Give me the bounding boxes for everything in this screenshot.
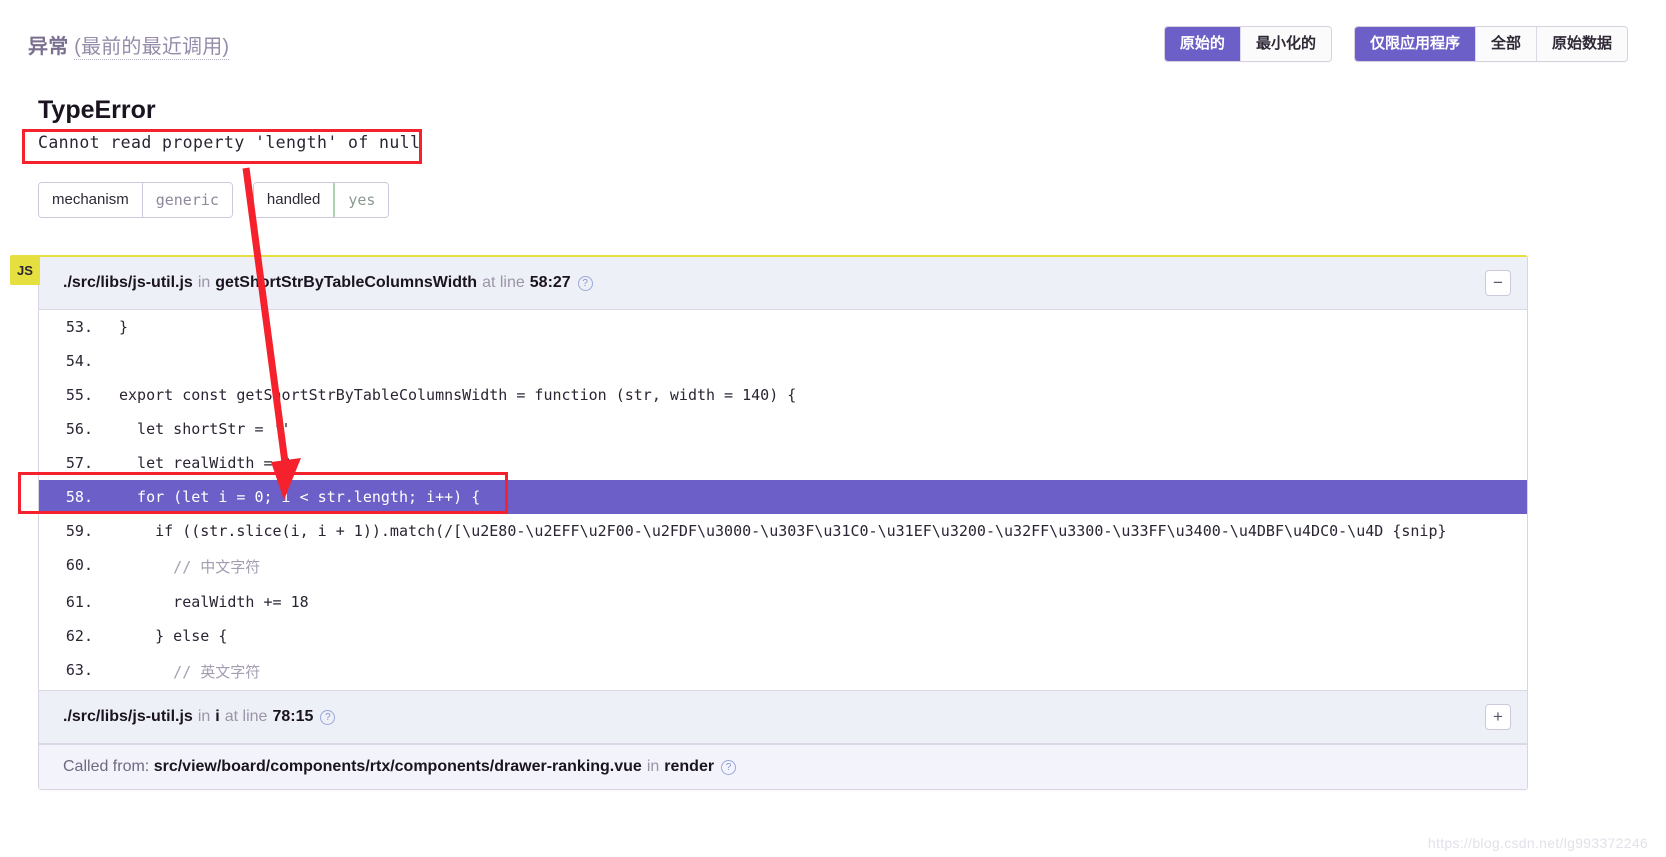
called-from-in-label: in xyxy=(646,758,660,775)
stack-frame-file-2: ./src/libs/js-util.js xyxy=(63,708,193,725)
scope-toggle-raw[interactable]: 原始数据 xyxy=(1536,26,1627,62)
format-toggle-original[interactable]: 原始的 xyxy=(1164,26,1241,62)
code-context-1: 53.} 54. 55. export const getShortStrByTa… xyxy=(39,310,1527,690)
tag-mechanism-value: generic xyxy=(142,183,232,217)
code-line: 62. } else { xyxy=(39,619,1527,653)
scope-toggle-group: 仅限应用程序 全部 原始数据 xyxy=(1353,25,1628,63)
code-line: 56. let shortStr = '' xyxy=(39,412,1527,446)
scope-toggle-all[interactable]: 全部 xyxy=(1475,26,1537,62)
tag-mechanism[interactable]: mechanism generic xyxy=(38,182,233,218)
called-from-path[interactable]: src/view/board/components/rtx/components… xyxy=(154,758,642,775)
page-title: 异常 (最前的最近调用) xyxy=(28,30,230,60)
stack-frame-line-2: 78:15 xyxy=(272,708,314,725)
stack-trace-panel: ./src/libs/js-util.js in getShortStrByTabl… xyxy=(38,255,1528,790)
code-line: 57. let realWidth = 0 xyxy=(39,446,1527,480)
format-toggle-minified[interactable]: 最小化的 xyxy=(1240,26,1331,62)
expand-frame-button-2[interactable]: + xyxy=(1485,704,1511,730)
code-line-source: // 英文字符 xyxy=(119,663,261,681)
called-from-function: render xyxy=(664,758,715,775)
stack-frame-function-2: i xyxy=(215,708,220,725)
stack-frame-at-label-2: at line xyxy=(224,708,268,725)
code-line-source: export const getShortStrByTableColumnsWi… xyxy=(119,386,797,404)
code-line-source: } else { xyxy=(119,627,228,645)
code-line-number: 56. xyxy=(65,420,93,438)
code-line-number: 60. xyxy=(65,556,93,574)
called-from-row: Called from: src/view/board/components/r… xyxy=(39,744,1527,789)
code-line: 61. realWidth += 18 xyxy=(39,585,1527,619)
code-line-source: realWidth += 18 xyxy=(119,593,309,611)
tag-handled-key: handled xyxy=(253,183,335,217)
error-message: Cannot read property 'length' of null xyxy=(38,133,421,152)
code-line-number: 54. xyxy=(65,352,93,370)
stack-frame-header-2[interactable]: ./src/libs/js-util.js in i at line 78:15? + xyxy=(39,690,1527,744)
tag-mechanism-key: mechanism xyxy=(39,183,143,217)
code-line-source: } xyxy=(119,318,129,336)
code-line: 63. // 英文字符 xyxy=(39,653,1527,690)
page-title-subtitle: (最前的最近调用) xyxy=(74,35,230,60)
stack-frame-title-2: ./src/libs/js-util.js in i at line 78:15? xyxy=(63,708,336,726)
code-line: 54. xyxy=(39,344,1527,378)
collapse-frame-button-1[interactable]: − xyxy=(1485,270,1511,296)
stack-frame-title-1: ./src/libs/js-util.js in getShortStrByTabl… xyxy=(63,274,593,292)
code-line-source: if ((str.slice(i, i + 1)).match(/[\u2E80… xyxy=(119,522,1447,540)
error-tag-list: mechanism generic handled yes xyxy=(38,182,390,218)
stack-frame-header-1[interactable]: ./src/libs/js-util.js in getShortStrByTabl… xyxy=(39,257,1527,310)
code-line-number: 59. xyxy=(65,522,93,540)
code-line-number: 63. xyxy=(65,661,93,679)
question-mark-icon[interactable]: ? xyxy=(721,760,737,775)
code-line-highlighted: 58. for (let i = 0; i < str.length; i++)… xyxy=(39,480,1527,514)
code-line-number: 53. xyxy=(65,318,93,336)
stack-frame-in-label-2: in xyxy=(197,708,211,725)
stack-frame-file-1: ./src/libs/js-util.js xyxy=(63,274,193,291)
error-type: TypeError xyxy=(38,96,156,124)
code-line: 55. export const getShortStrByTableColumn… xyxy=(39,378,1527,412)
stack-frame-in-label-1: in xyxy=(197,274,211,291)
code-line-source: let shortStr = '' xyxy=(119,420,291,438)
tag-handled[interactable]: handled yes xyxy=(252,182,390,218)
header-toggle-groups: 原始的 最小化的 仅限应用程序 全部 原始数据 xyxy=(1163,25,1628,63)
code-line-source: let realWidth = 0 xyxy=(119,454,291,472)
code-line-source: for (let i = 0; i < str.length; i++) { xyxy=(119,488,481,506)
format-toggle-group: 原始的 最小化的 xyxy=(1163,25,1332,63)
scope-toggle-app-only[interactable]: 仅限应用程序 xyxy=(1354,26,1476,62)
stack-frame-function-1: getShortStrByTableColumnsWidth xyxy=(215,274,478,291)
code-line-number: 58. xyxy=(65,488,93,506)
called-from-prefix: Called from: xyxy=(63,758,150,775)
watermark: https://blog.csdn.net/lg993372246 xyxy=(1427,835,1648,851)
exception-header-bar: 异常 (最前的最近调用) 原始的 最小化的 仅限应用程序 全部 原始数据 xyxy=(0,0,1666,88)
stack-frame-line-1: 58:27 xyxy=(529,274,571,291)
question-mark-icon[interactable]: ? xyxy=(577,276,593,291)
page-title-strong: 异常 xyxy=(28,35,69,58)
code-line: 59. if ((str.slice(i, i + 1)).match(/[\u… xyxy=(39,514,1527,548)
code-line-number: 62. xyxy=(65,627,93,645)
code-line-number: 61. xyxy=(65,593,93,611)
question-mark-icon[interactable]: ? xyxy=(320,710,336,725)
code-line-source: // 中文字符 xyxy=(119,558,261,576)
code-line-number: 57. xyxy=(65,454,93,472)
stack-frame-at-label-1: at line xyxy=(482,274,525,291)
language-badge-js: JS xyxy=(10,255,40,285)
tag-handled-value: yes xyxy=(333,183,389,217)
code-line-source xyxy=(101,352,119,370)
code-line: 53.} xyxy=(39,310,1527,344)
code-line: 60. // 中文字符 xyxy=(39,548,1527,585)
code-line-number: 55. xyxy=(65,386,93,404)
